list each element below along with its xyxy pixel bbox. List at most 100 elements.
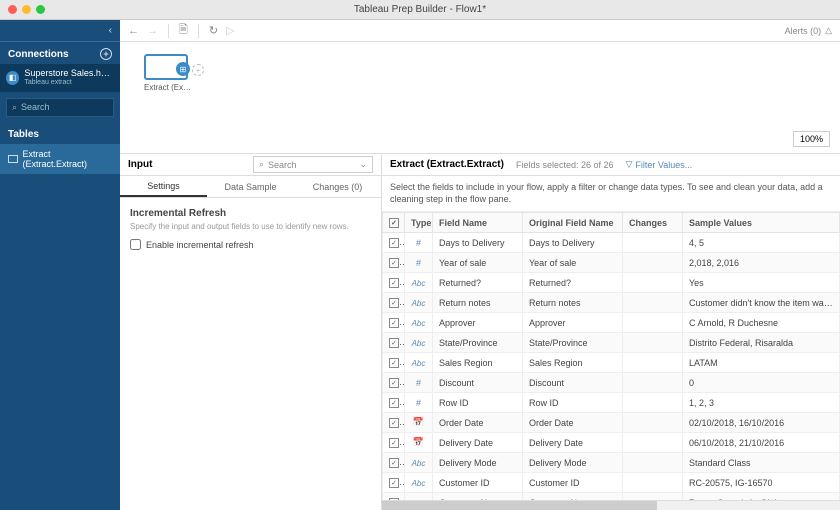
scrollbar-thumb[interactable]	[382, 501, 657, 510]
input-panel: Input ⌕ Search ⌄ Settings Data Sample Ch…	[120, 154, 382, 510]
row-original-name: Approver	[523, 313, 623, 333]
row-original-name: Year of sale	[523, 253, 623, 273]
table-row[interactable]: ✓#Row IDRow ID1, 2, 3	[383, 393, 840, 413]
row-checkbox[interactable]: ✓	[383, 413, 405, 433]
row-type[interactable]: Abc	[405, 293, 433, 313]
row-type[interactable]: Abc	[405, 453, 433, 473]
row-field-name[interactable]: Row ID	[433, 393, 523, 413]
table-row[interactable]: ✓AbcSales RegionSales RegionLATAM	[383, 353, 840, 373]
row-checkbox[interactable]: ✓	[383, 293, 405, 313]
separator	[168, 24, 169, 38]
row-field-name[interactable]: Sales Region	[433, 353, 523, 373]
row-changes	[623, 293, 683, 313]
row-type[interactable]: 📅	[405, 433, 433, 453]
table-row[interactable]: ✓AbcReturned?Returned?Yes	[383, 273, 840, 293]
row-checkbox[interactable]: ✓	[383, 273, 405, 293]
table-item[interactable]: Extract (Extract.Extract)	[0, 144, 120, 174]
col-header-checkbox[interactable]: ✓	[383, 213, 405, 233]
row-field-name[interactable]: Delivery Mode	[433, 453, 523, 473]
row-field-name[interactable]: Order Date	[433, 413, 523, 433]
add-step-button[interactable]: +	[192, 64, 204, 76]
col-header-original-name[interactable]: Original Field Name	[523, 213, 623, 233]
minimize-window-icon[interactable]	[22, 5, 31, 14]
row-field-name[interactable]: Approver	[433, 313, 523, 333]
row-field-name[interactable]: State/Province	[433, 333, 523, 353]
row-checkbox[interactable]: ✓	[383, 313, 405, 333]
save-button[interactable]: 🗎	[179, 21, 188, 40]
table-row[interactable]: ✓AbcCustomer NameCustomer NameReyes Coto…	[383, 493, 840, 500]
close-window-icon[interactable]	[8, 5, 17, 14]
row-field-name[interactable]: Return notes	[433, 293, 523, 313]
row-field-name[interactable]: Customer Name	[433, 493, 523, 500]
row-type[interactable]: #	[405, 393, 433, 413]
table-row[interactable]: ✓#Days to DeliveryDays to Delivery4, 5	[383, 233, 840, 253]
flow-node-extract[interactable]: ⊞ + Extract (Extrac...	[144, 54, 192, 92]
zoom-indicator[interactable]: 100%	[793, 131, 830, 147]
row-type[interactable]: Abc	[405, 353, 433, 373]
col-header-field-name[interactable]: Field Name	[433, 213, 523, 233]
col-header-type[interactable]: Type	[405, 213, 433, 233]
enable-incremental-checkbox[interactable]: Enable incremental refresh	[130, 239, 371, 250]
row-type[interactable]: #	[405, 253, 433, 273]
row-type[interactable]: #	[405, 373, 433, 393]
row-field-name[interactable]: Days to Delivery	[433, 233, 523, 253]
tab-changes[interactable]: Changes (0)	[294, 176, 381, 197]
forward-button[interactable]: →	[147, 25, 158, 37]
row-sample: Distrito Federal, Risaralda	[683, 333, 840, 353]
row-field-name[interactable]: Delivery Date	[433, 433, 523, 453]
tab-settings[interactable]: Settings	[120, 176, 207, 197]
table-row[interactable]: ✓AbcReturn notesReturn notesCustomer did…	[383, 293, 840, 313]
maximize-window-icon[interactable]	[36, 5, 45, 14]
checkbox-input[interactable]	[130, 239, 141, 250]
row-checkbox[interactable]: ✓	[383, 253, 405, 273]
row-field-name[interactable]: Returned?	[433, 273, 523, 293]
row-checkbox[interactable]: ✓	[383, 373, 405, 393]
row-field-name[interactable]: Discount	[433, 373, 523, 393]
table-row[interactable]: ✓📅Order DateOrder Date02/10/2018, 16/10/…	[383, 413, 840, 433]
col-header-sample[interactable]: Sample Values	[683, 213, 840, 233]
row-checkbox[interactable]: ✓	[383, 473, 405, 493]
connection-item[interactable]: ◧ Superstore Sales.hyper Tableau extract	[0, 64, 120, 92]
row-type[interactable]: Abc	[405, 273, 433, 293]
col-header-changes[interactable]: Changes	[623, 213, 683, 233]
filter-values-button[interactable]: ▽ Filter Values...	[626, 159, 693, 170]
row-field-name[interactable]: Year of sale	[433, 253, 523, 273]
alerts-button[interactable]: Alerts (0) △	[785, 25, 832, 36]
row-checkbox[interactable]: ✓	[383, 233, 405, 253]
table-row[interactable]: ✓AbcDelivery ModeDelivery ModeStandard C…	[383, 453, 840, 473]
add-connection-button[interactable]: +	[100, 48, 112, 60]
row-sample: 06/10/2018, 21/10/2016	[683, 433, 840, 453]
input-search[interactable]: ⌕ Search ⌄	[253, 156, 373, 173]
sidebar-collapse[interactable]: ‹	[0, 20, 120, 42]
row-type[interactable]: Abc	[405, 313, 433, 333]
row-checkbox[interactable]: ✓	[383, 333, 405, 353]
row-checkbox[interactable]: ✓	[383, 433, 405, 453]
run-button[interactable]: ▷	[226, 24, 234, 37]
row-checkbox[interactable]: ✓	[383, 393, 405, 413]
row-type[interactable]: #	[405, 233, 433, 253]
table-row[interactable]: ✓AbcState/ProvinceState/ProvinceDistrito…	[383, 333, 840, 353]
separator	[198, 24, 199, 38]
tab-data-sample[interactable]: Data Sample	[207, 176, 294, 197]
horizontal-scrollbar[interactable]	[382, 500, 840, 510]
row-checkbox[interactable]: ✓	[383, 453, 405, 473]
table-row[interactable]: ✓#Year of saleYear of sale2,018, 2,016	[383, 253, 840, 273]
row-checkbox[interactable]: ✓	[383, 493, 405, 500]
row-field-name[interactable]: Customer ID	[433, 473, 523, 493]
sidebar-search[interactable]: ⌕ Search	[6, 98, 114, 117]
extract-node-icon: ⊞	[176, 62, 190, 76]
row-type[interactable]: Abc	[405, 333, 433, 353]
table-row[interactable]: ✓AbcCustomer IDCustomer IDRC-20575, IG-1…	[383, 473, 840, 493]
row-type[interactable]: Abc	[405, 473, 433, 493]
table-row[interactable]: ✓AbcApproverApproverC Arnold, R Duchesne	[383, 313, 840, 333]
row-type[interactable]: Abc	[405, 493, 433, 500]
number-type-icon: #	[416, 378, 421, 388]
flow-canvas[interactable]: ⊞ + Extract (Extrac... 100%	[120, 42, 840, 154]
row-checkbox[interactable]: ✓	[383, 353, 405, 373]
window-controls	[8, 5, 45, 14]
back-button[interactable]: ←	[128, 25, 139, 37]
refresh-button[interactable]: ↻	[209, 24, 218, 37]
table-row[interactable]: ✓#DiscountDiscount0	[383, 373, 840, 393]
row-type[interactable]: 📅	[405, 413, 433, 433]
table-row[interactable]: ✓📅Delivery DateDelivery Date06/10/2018, …	[383, 433, 840, 453]
